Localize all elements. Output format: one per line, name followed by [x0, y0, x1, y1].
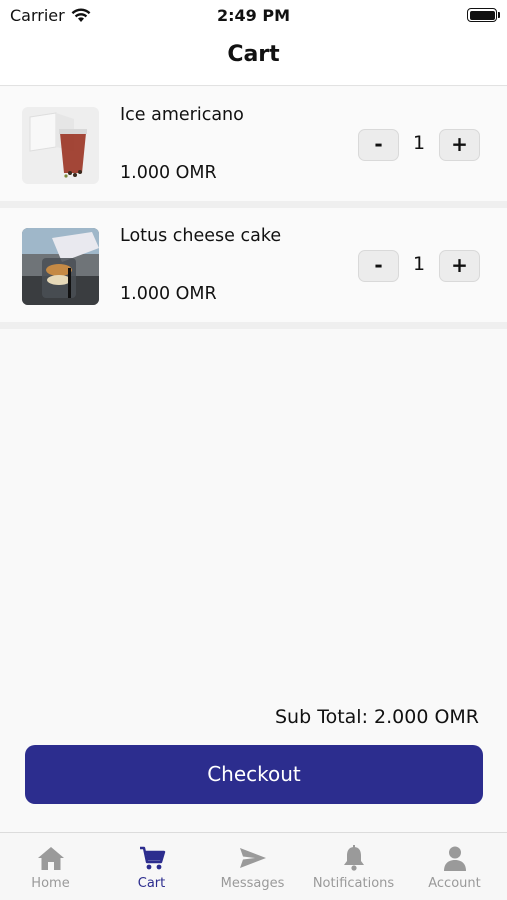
tab-account[interactable]: Account	[404, 833, 505, 900]
checkout-button[interactable]: Checkout	[25, 745, 483, 804]
ice-americano-image	[22, 107, 99, 184]
item-quantity: 1	[412, 132, 426, 154]
increase-quantity-button[interactable]: +	[439, 129, 480, 161]
item-price: 1.000 OMR	[120, 163, 217, 183]
subtotal-text: Sub Total: 2.000 OMR	[275, 706, 479, 728]
quantity-stepper: - 1 +	[358, 129, 480, 161]
page-title: Cart	[227, 42, 280, 67]
tab-cart[interactable]: Cart	[101, 833, 202, 900]
item-quantity: 1	[412, 253, 426, 275]
item-price: 1.000 OMR	[120, 284, 217, 304]
person-icon	[444, 846, 466, 871]
status-bar: Carrier 2:49 PM	[0, 0, 507, 32]
tab-messages-label: Messages	[220, 876, 285, 891]
tab-bar: Home Cart Messages Notifications Account	[0, 832, 507, 900]
tab-home[interactable]: Home	[0, 833, 101, 900]
tab-notifications-label: Notifications	[312, 876, 395, 891]
item-divider	[0, 322, 507, 329]
decrease-quantity-button[interactable]: -	[358, 250, 399, 282]
cart-item: Lotus cheese cake 1.000 OMR - 1 +	[0, 208, 507, 322]
home-icon	[38, 847, 64, 870]
item-divider	[0, 201, 507, 208]
tab-account-label: Account	[428, 876, 481, 891]
cart-list: Ice americano 1.000 OMR - 1 + Lotus chee…	[0, 87, 507, 329]
item-name: Ice americano	[120, 105, 244, 125]
cart-item: Ice americano 1.000 OMR - 1 +	[0, 87, 507, 201]
tab-notifications[interactable]: Notifications	[303, 833, 404, 900]
navigation-bar: Cart	[0, 32, 507, 86]
cart-icon	[140, 846, 166, 870]
quantity-stepper: - 1 +	[358, 250, 480, 282]
battery-icon	[467, 8, 500, 22]
tab-home-label: Home	[31, 876, 70, 891]
increase-quantity-button[interactable]: +	[439, 250, 480, 282]
decrease-quantity-button[interactable]: -	[358, 129, 399, 161]
status-time: 2:49 PM	[216, 6, 290, 25]
item-name: Lotus cheese cake	[120, 226, 282, 246]
tab-cart-label: Cart	[137, 876, 166, 891]
tab-messages[interactable]: Messages	[202, 833, 303, 900]
send-icon	[240, 848, 266, 868]
bell-icon	[344, 845, 364, 871]
lotus-cheese-cake-image	[22, 228, 99, 305]
